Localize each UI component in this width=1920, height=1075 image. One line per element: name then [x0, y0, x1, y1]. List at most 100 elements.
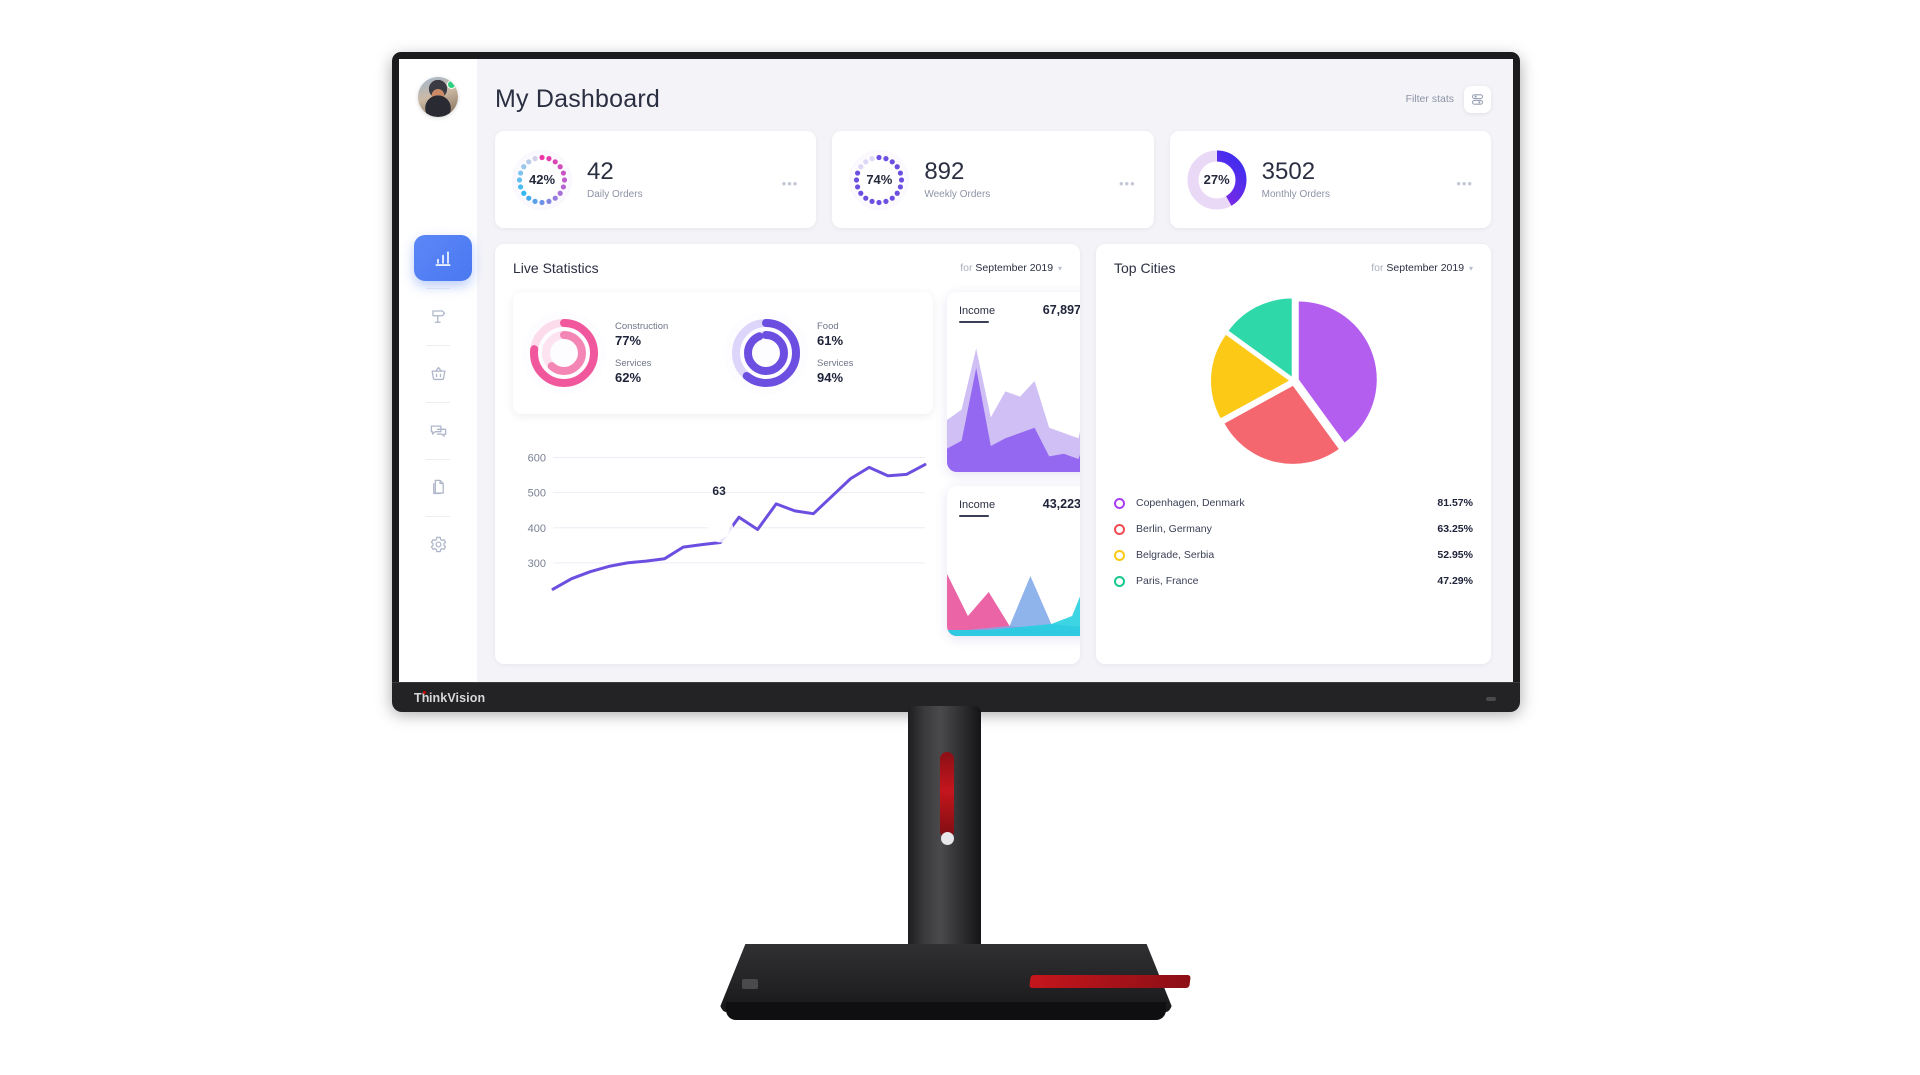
sidebar	[399, 59, 477, 702]
top-cities-legend: Copenhagen, Denmark 81.57% Berlin, Germany…	[1114, 490, 1473, 594]
income-cards: Income 67,897 Income 43,223	[947, 292, 1080, 636]
nav-divider	[426, 459, 450, 460]
legend-city-percent: 63.25%	[1437, 523, 1473, 535]
basket-icon	[431, 366, 445, 380]
income-head-primary: Income 67,897	[959, 303, 1080, 317]
live-statistics-body: Construction 77% Services 62% Food 61% S…	[513, 292, 1080, 636]
donut-inner-value-purple: 94%	[817, 370, 844, 385]
live-statistics-period-dropdown[interactable]: for September 2019 ▾	[960, 262, 1062, 274]
kpi-card-weekly-orders[interactable]: 74% 892 Weekly Orders •••	[832, 131, 1154, 228]
topbar-actions: Filter stats	[1405, 85, 1491, 113]
kpi-percent-weekly: 74%	[866, 172, 893, 187]
donut-outer-value-pink: 77%	[615, 333, 642, 348]
donut-inner-label-purple: Services	[817, 358, 854, 369]
online-status-badge	[447, 80, 456, 89]
legend-row[interactable]: Belgrade, Serbia 52.95%	[1114, 542, 1473, 568]
income-card-secondary[interactable]: Income 43,223	[947, 486, 1080, 636]
live-statistics-title: Live Statistics	[513, 260, 599, 276]
legend-city-percent: 81.57%	[1437, 497, 1473, 509]
donut-outer-label-pink: Construction	[615, 321, 669, 332]
sidebar-item-documents[interactable]	[412, 465, 464, 509]
top-cities-pie-wrap	[1114, 286, 1473, 476]
line-chart-svg: 300 400 500 600	[528, 453, 927, 591]
period-value: September 2019	[975, 262, 1054, 274]
income-value-secondary: 43,223	[1042, 497, 1080, 511]
nav-divider	[426, 345, 450, 346]
kpi-label-monthly: Monthly Orders	[1261, 189, 1331, 201]
kpi-menu-monthly[interactable]: •••	[1456, 176, 1473, 191]
kpi-card-daily-orders[interactable]: 42% 42 Daily Orders •••	[495, 131, 817, 228]
legend-city-name: Berlin, Germany	[1136, 523, 1212, 535]
pie-chart	[1210, 298, 1377, 464]
topbar: My Dashboard Filter stats	[495, 75, 1491, 123]
sidebar-item-campaigns[interactable]	[412, 294, 464, 338]
live-statistics-panel: Live Statistics for September 2019 ▾ Con…	[495, 244, 1080, 664]
legend-row[interactable]: Copenhagen, Denmark 81.57%	[1114, 490, 1473, 516]
donut-unit-food: Food 61% Services 94%	[723, 310, 925, 396]
chat-bubble-icon	[430, 425, 446, 437]
area-chart-multicolor	[947, 574, 1080, 636]
donut-inner-label-pink: Services	[615, 358, 652, 369]
live-statistics-left: Construction 77% Services 62% Food 61% S…	[513, 292, 933, 636]
kpi-value-weekly: 892	[924, 157, 965, 185]
double-ring-chart-purple	[724, 311, 808, 395]
kpi-menu-daily[interactable]: •••	[782, 176, 799, 191]
kpi-label-weekly: Weekly Orders	[924, 189, 991, 201]
nav-divider	[426, 402, 450, 403]
income-label-secondary: Income	[959, 499, 996, 511]
area-chart-purple	[947, 348, 1080, 472]
svg-text:500: 500	[528, 488, 546, 500]
legend-row[interactable]: Paris, France 47.29%	[1114, 568, 1473, 594]
panels: Live Statistics for September 2019 ▾ Con…	[495, 244, 1491, 664]
income-underline-primary	[959, 321, 989, 323]
svg-text:600: 600	[528, 453, 546, 465]
top-cities-period-dropdown[interactable]: for September 2019 ▾	[1371, 262, 1473, 274]
stand-red-accent	[940, 752, 954, 838]
sidebar-item-analytics[interactable]	[414, 235, 472, 281]
legend-ring-icon	[1114, 549, 1125, 561]
legend-city-name: Paris, France	[1136, 575, 1199, 587]
brand-dot	[422, 690, 427, 694]
sidebar-item-messages[interactable]	[412, 408, 464, 452]
top-cities-header: Top Cities for September 2019 ▾	[1114, 260, 1473, 276]
kpi-cards: 42% 42 Daily Orders ••• 74% 892 Weekly O…	[495, 131, 1491, 228]
main-content: My Dashboard Filter stats 42% 42 Daily O…	[477, 59, 1513, 702]
monitor-bezel: My Dashboard Filter stats 42% 42 Daily O…	[392, 52, 1520, 709]
legend-ring-icon	[1114, 523, 1125, 535]
base-logo	[742, 979, 758, 989]
kpi-ring-weekly: 74%	[848, 149, 910, 211]
donut-labels-purple: Food 61% Services 94%	[817, 321, 853, 385]
signpost-icon	[431, 309, 445, 323]
filter-stats-label: Filter stats	[1405, 93, 1454, 105]
brand-logo: ThinkVision	[414, 690, 486, 705]
live-statistics-line-chart: 300 400 500 600 63	[513, 432, 933, 612]
donut-outer-value-purple: 61%	[817, 333, 844, 348]
screen: My Dashboard Filter stats 42% 42 Daily O…	[399, 59, 1513, 702]
kpi-value-daily: 42	[587, 157, 614, 185]
kpi-ring-monthly: 27%	[1186, 149, 1248, 211]
kpi-card-monthly-orders[interactable]: 27% 3502 Monthly Orders •••	[1169, 131, 1491, 228]
legend-city-percent: 47.29%	[1437, 575, 1473, 587]
donut-unit-construction: Construction 77% Services 62%	[521, 310, 723, 396]
kpi-percent-monthly: 27%	[1203, 172, 1230, 187]
kpi-label-daily: Daily Orders	[587, 189, 643, 201]
chevron-down-icon: ▾	[1057, 264, 1062, 273]
sidebar-item-orders[interactable]	[412, 351, 464, 395]
income-card-primary[interactable]: Income 67,897	[947, 292, 1080, 472]
kpi-menu-weekly[interactable]: •••	[1119, 176, 1136, 191]
user-avatar[interactable]	[418, 77, 458, 117]
sidebar-item-settings[interactable]	[412, 522, 464, 566]
income-area-chart-secondary	[947, 536, 1080, 636]
power-led	[1486, 697, 1496, 701]
income-area-chart-primary	[947, 342, 1080, 472]
svg-text:400: 400	[528, 523, 546, 535]
nav-divider	[426, 288, 450, 289]
donut-outer-label-purple: Food	[817, 321, 839, 332]
legend-ring-icon	[1114, 575, 1125, 587]
top-cities-panel: Top Cities for September 2019 ▾ Copenhag…	[1096, 244, 1491, 664]
base-red-accent	[1029, 975, 1191, 988]
monitor-scene: My Dashboard Filter stats 42% 42 Daily O…	[0, 0, 1920, 1075]
legend-row[interactable]: Berlin, Germany 63.25%	[1114, 516, 1473, 542]
sliders-icon	[1471, 93, 1484, 105]
filter-stats-button[interactable]	[1464, 85, 1491, 113]
